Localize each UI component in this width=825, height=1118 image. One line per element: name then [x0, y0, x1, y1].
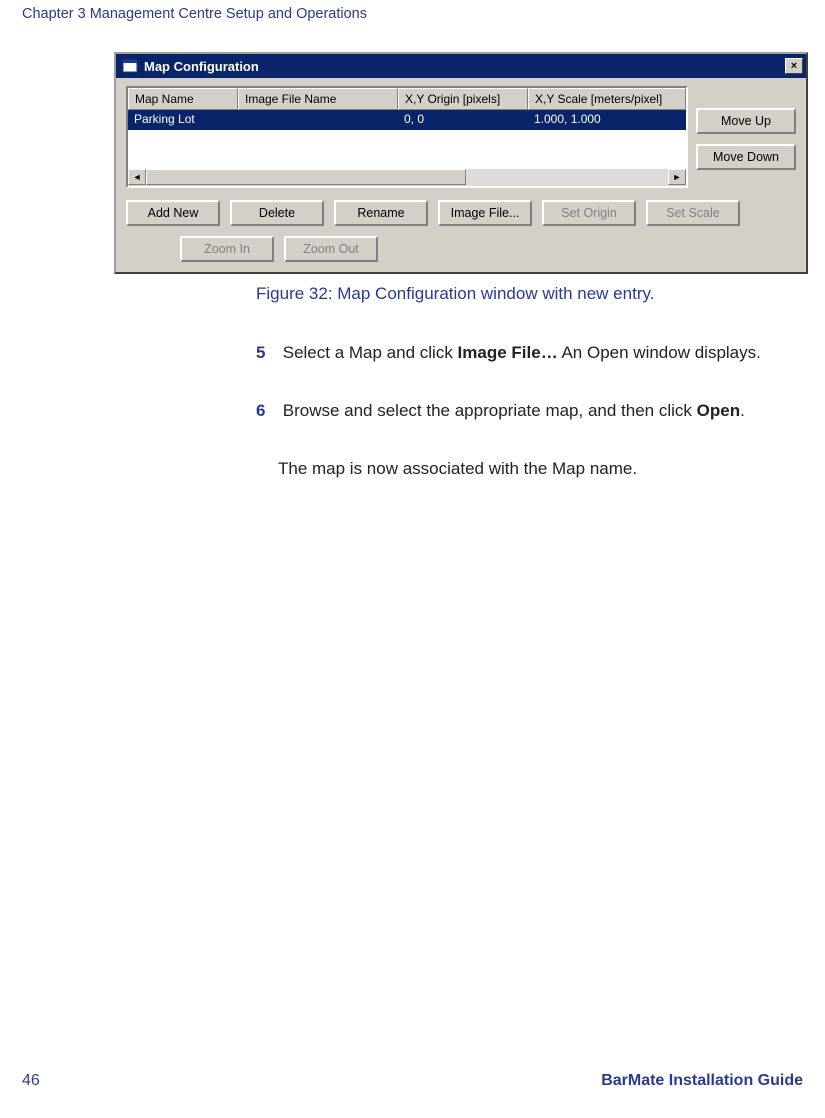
step-6-text-a: Browse and select the appropriate map, a… [283, 401, 697, 420]
close-button[interactable]: × [785, 58, 803, 74]
step-5-text-a: Select a Map and click [283, 343, 458, 362]
col-scale[interactable]: X,Y Scale [meters/pixel] [528, 88, 686, 110]
move-down-button[interactable]: Move Down [696, 144, 796, 170]
titlebar: Map Configuration × [116, 54, 806, 78]
button-row-2: Zoom In Zoom Out [180, 236, 796, 262]
scroll-thumb[interactable] [146, 169, 466, 185]
page-header: Chapter 3 Management Centre Setup and Op… [22, 6, 367, 22]
step-5-number: 5 [256, 342, 278, 365]
zoom-in-button: Zoom In [180, 236, 274, 262]
cell-map-name: Parking Lot [128, 110, 238, 130]
list-empty-area[interactable] [128, 130, 686, 168]
map-list[interactable]: Map Name Image File Name X,Y Origin [pix… [126, 86, 688, 188]
side-buttons: Move Up Move Down [696, 86, 796, 188]
add-new-button[interactable]: Add New [126, 200, 220, 226]
scroll-left-button[interactable]: ◄ [128, 169, 146, 185]
map-config-dialog: Map Configuration × Map Name Image File … [114, 52, 808, 274]
delete-button[interactable]: Delete [230, 200, 324, 226]
horizontal-scrollbar[interactable]: ◄ ► [128, 168, 686, 186]
image-file-button[interactable]: Image File... [438, 200, 532, 226]
dialog-body: Map Name Image File Name X,Y Origin [pix… [116, 78, 806, 272]
dialog-title: Map Configuration [142, 59, 785, 74]
zoom-out-button: Zoom Out [284, 236, 378, 262]
step-6-bold: Open [697, 401, 740, 420]
step-6-number: 6 [256, 400, 278, 423]
rename-button[interactable]: Rename [334, 200, 428, 226]
col-map-name[interactable]: Map Name [128, 88, 238, 110]
set-scale-button: Set Scale [646, 200, 740, 226]
cell-scale: 1.000, 1.000 [528, 110, 686, 130]
followup-text: The map is now associated with the Map n… [256, 458, 804, 481]
page-number: 46 [22, 1072, 40, 1090]
figure-block: Map Configuration × Map Name Image File … [114, 52, 808, 304]
scroll-track[interactable] [466, 169, 668, 186]
move-up-button[interactable]: Move Up [696, 108, 796, 134]
step-6: 6 Browse and select the appropriate map,… [256, 400, 804, 423]
step-5: 5 Select a Map and click Image File… An … [256, 342, 804, 365]
cell-image-file [238, 110, 398, 130]
step-5-bold: Image File… [458, 343, 558, 362]
scroll-right-button[interactable]: ► [668, 169, 686, 185]
col-origin[interactable]: X,Y Origin [pixels] [398, 88, 528, 110]
col-image-file[interactable]: Image File Name [238, 88, 398, 110]
footer-title: BarMate Installation Guide [601, 1072, 803, 1090]
cell-origin: 0, 0 [398, 110, 528, 130]
figure-caption: Figure 32: Map Configuration window with… [114, 284, 808, 304]
list-header: Map Name Image File Name X,Y Origin [pix… [128, 88, 686, 110]
button-row-1: Add New Delete Rename Image File... Set … [126, 200, 796, 226]
list-row-selected[interactable]: Parking Lot 0, 0 1.000, 1.000 [128, 110, 686, 130]
step-5-text-b: An Open window displays. [558, 343, 761, 362]
step-6-text-b: . [740, 401, 745, 420]
app-icon [122, 58, 138, 74]
set-origin-button: Set Origin [542, 200, 636, 226]
